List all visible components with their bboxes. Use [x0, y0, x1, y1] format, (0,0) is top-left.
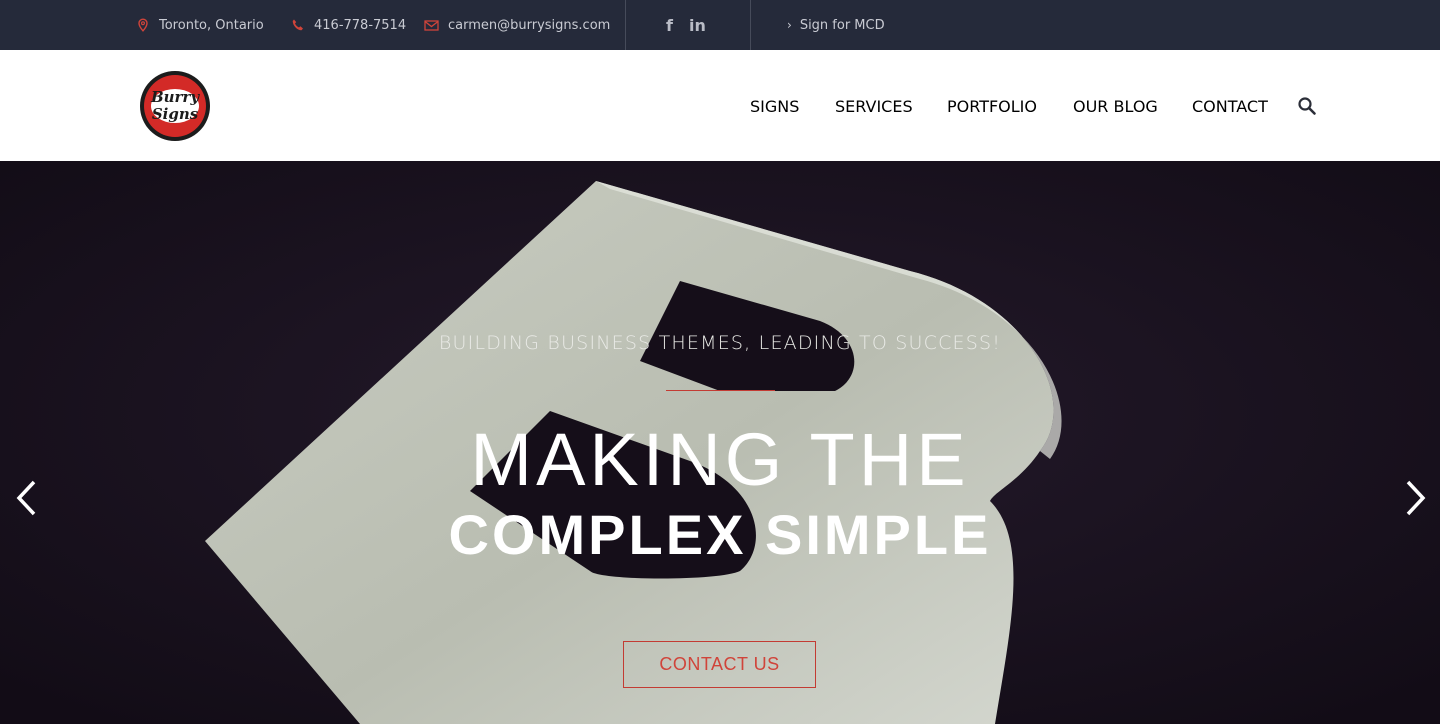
hero-slider: BUILDING BUSINESS THEMES, LEADING TO SUC…	[0, 161, 1440, 724]
nav-contact[interactable]: CONTACT	[1192, 97, 1268, 116]
divider	[625, 0, 626, 50]
location-text: Toronto, Ontario	[159, 17, 264, 33]
nav-signs[interactable]: SIGNS	[750, 97, 799, 116]
divider	[750, 0, 751, 50]
linkedin-icon[interactable]: in	[689, 16, 706, 35]
contact-us-button[interactable]: CONTACT US	[623, 641, 816, 688]
hero-title-line1: MAKING THE	[470, 418, 970, 501]
chevron-right-icon: ›	[787, 18, 792, 32]
hero-subtitle: BUILDING BUSINESS THEMES, LEADING TO SUC…	[438, 332, 1002, 354]
search-icon[interactable]	[1297, 96, 1317, 116]
logo-text-line2: Signs	[151, 105, 199, 123]
nav-services[interactable]: SERVICES	[835, 97, 913, 116]
email-info[interactable]: carmen@burrysigns.com	[424, 0, 610, 50]
envelope-icon	[424, 18, 439, 32]
hero-title-line2: COMPLEX SIMPLE	[448, 503, 992, 566]
hero-divider	[666, 390, 775, 391]
phone-icon	[291, 18, 305, 32]
sign-link-label[interactable]: Sign for MCD	[800, 18, 885, 33]
phone-text[interactable]: 416-778-7514	[314, 18, 406, 33]
site-header: Burry Signs SIGNS SERVICES PORTFOLIO OUR…	[0, 50, 1440, 161]
sign-for-mcd-link[interactable]: › Sign for MCD	[787, 0, 885, 50]
logo-text-line1: Burry	[150, 88, 200, 106]
top-bar: Toronto, Ontario 416-778-7514 carmen@bur…	[0, 0, 1440, 50]
map-pin-icon	[136, 18, 150, 32]
chevron-left-icon[interactable]	[12, 479, 42, 517]
email-text[interactable]: carmen@burrysigns.com	[448, 18, 610, 33]
location-info: Toronto, Ontario	[136, 0, 264, 50]
logo[interactable]: Burry Signs	[139, 70, 211, 142]
chevron-right-icon[interactable]	[1400, 479, 1430, 517]
nav-our-blog[interactable]: OUR BLOG	[1073, 97, 1158, 116]
nav-portfolio[interactable]: PORTFOLIO	[947, 97, 1037, 116]
social-links: f in	[666, 0, 706, 50]
phone-info[interactable]: 416-778-7514	[291, 0, 406, 50]
facebook-icon[interactable]: f	[666, 16, 673, 35]
